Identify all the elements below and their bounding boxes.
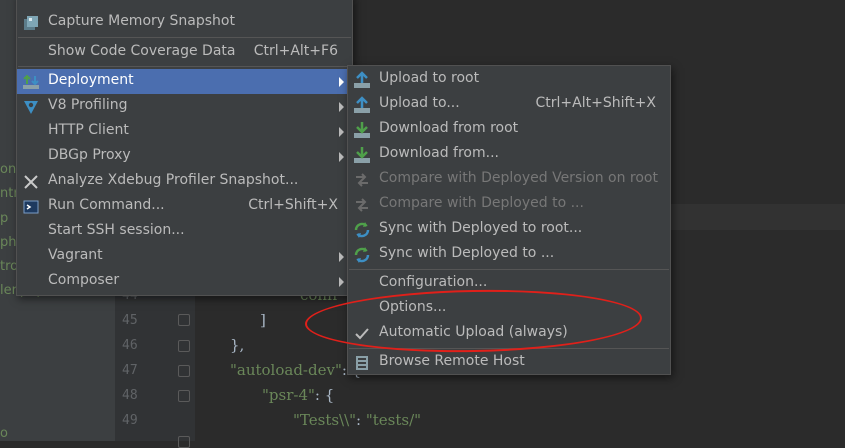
menu-item-vagrant[interactable]: Vagrant (17, 244, 352, 269)
download-icon (353, 146, 371, 164)
submenu-arrow-icon (339, 127, 344, 137)
upload-icon (353, 96, 371, 114)
code-token: "autoload-dev" (230, 361, 342, 379)
menu-item-label: Capture Memory Snapshot (48, 13, 235, 29)
fold-marker-icon[interactable] (178, 340, 190, 352)
menu-item-analyze-xdebug[interactable]: Analyze Xdebug Profiler Snapshot... (17, 169, 352, 194)
menu-item-dbgp-proxy[interactable]: DBGp Proxy (17, 144, 352, 169)
menu-item-show-code-coverage[interactable]: Show Code Coverage Data Ctrl+Alt+F6 (17, 40, 352, 65)
fold-marker-icon[interactable] (178, 365, 190, 377)
menu-item-label: Download from... (379, 145, 499, 161)
menu-separator (349, 269, 669, 270)
code-token: "psr-4" (262, 386, 315, 404)
menu-item-label: Deployment (48, 72, 134, 88)
menu-item-upload-to-root[interactable]: Upload to root (348, 67, 670, 92)
tools-menu: Capture Memory Snapshot Show Code Covera… (16, 0, 353, 296)
code-line[interactable]: ] (260, 311, 266, 329)
v8-icon (22, 98, 40, 116)
menu-item-shortcut: Ctrl+Alt+Shift+X (535, 95, 656, 111)
code-line[interactable]: "autoload-dev": { (230, 361, 361, 379)
menu-item-compare-deployed-to[interactable]: Compare with Deployed to ... (348, 192, 670, 217)
menu-item-label: Composer (48, 272, 120, 288)
menu-item-label: Run Command... (48, 197, 165, 213)
browse-remote-icon (353, 354, 371, 372)
menu-item-label: Compare with Deployed Version on root (379, 170, 658, 186)
code-token: "tests/" (365, 411, 422, 429)
submenu-arrow-icon (339, 152, 344, 162)
compare-icon (353, 196, 371, 214)
menu-item-label: Show Code Coverage Data (48, 43, 236, 59)
line-number: 49 (122, 413, 138, 428)
memory-snapshot-icon (22, 14, 40, 32)
menu-item-label: Compare with Deployed to ... (379, 195, 584, 211)
menu-item-label: DBGp Proxy (48, 147, 131, 163)
submenu-arrow-icon (339, 102, 344, 112)
project-tree-fragment[interactable]: p (0, 211, 8, 226)
menu-item-label: V8 Profiling (48, 97, 128, 113)
menu-item-label: Analyze Xdebug Profiler Snapshot... (48, 172, 299, 188)
menu-item-http-client[interactable]: HTTP Client (17, 119, 352, 144)
menu-item-sync-deployed-root[interactable]: Sync with Deployed to root... (348, 217, 670, 242)
menu-item-shortcut: Ctrl+Shift+X (248, 197, 338, 213)
menu-item-label: Sync with Deployed to root... (379, 220, 583, 236)
line-number: 45 (122, 313, 138, 328)
menu-item-shortcut: Ctrl+Alt+F6 (253, 43, 338, 59)
submenu-arrow-icon (339, 252, 344, 262)
code-token: : { (314, 386, 335, 404)
project-tree-fragment[interactable]: o (0, 426, 8, 441)
project-tree-fragment[interactable]: on (0, 162, 16, 177)
menu-item-browse-remote-host[interactable]: Browse Remote Host (348, 350, 670, 375)
deployment-icon (22, 73, 40, 91)
terminal-icon (22, 198, 40, 216)
fold-marker-icon[interactable] (178, 390, 190, 402)
menu-item-label: Start SSH session... (48, 222, 185, 238)
menu-item-capture-memory-snapshot[interactable]: Capture Memory Snapshot (17, 10, 352, 35)
menu-item-label: Sync with Deployed to ... (379, 245, 555, 261)
menu-item-run-command[interactable]: Run Command... Ctrl+Shift+X (17, 194, 352, 219)
code-line[interactable]: "psr-4": { (262, 386, 334, 404)
menu-separator (18, 37, 351, 38)
line-number: 46 (122, 338, 138, 353)
menu-item-composer[interactable]: Composer (17, 269, 352, 294)
menu-item-deployment[interactable]: Deployment (17, 69, 352, 94)
line-number: 47 (122, 363, 138, 378)
menu-item-label: Download from root (379, 120, 519, 136)
download-icon (353, 121, 371, 139)
compare-icon (353, 171, 371, 189)
fold-marker-icon[interactable] (178, 314, 190, 326)
menu-item-compare-deployed-root[interactable]: Compare with Deployed Version on root (348, 167, 670, 192)
menu-separator (18, 66, 351, 67)
menu-item-label: Browse Remote Host (379, 353, 525, 369)
menu-item-label: Vagrant (48, 247, 103, 263)
menu-item-download-from-root[interactable]: Download from root (348, 117, 670, 142)
menu-item-upload-to[interactable]: Upload to... Ctrl+Alt+Shift+X (348, 92, 670, 117)
code-line[interactable]: "Tests\\": "tests/" (293, 411, 421, 429)
submenu-arrow-icon (339, 77, 344, 87)
code-token: "Tests\\" (293, 411, 357, 429)
fold-marker-icon[interactable] (178, 436, 190, 448)
menu-item-label: Upload to... (379, 95, 460, 111)
menu-item-download-from[interactable]: Download from... (348, 142, 670, 167)
menu-item-label: Upload to root (379, 70, 480, 86)
menu-item-label: HTTP Client (48, 122, 129, 138)
line-number: 48 (122, 388, 138, 403)
xdebug-icon (22, 173, 40, 191)
menu-item-label: Configuration... (379, 274, 488, 290)
code-line[interactable]: }, (230, 336, 244, 354)
upload-icon (353, 71, 371, 89)
sync-icon (353, 246, 371, 264)
submenu-arrow-icon (339, 277, 344, 287)
menu-item-sync-deployed-to[interactable]: Sync with Deployed to ... (348, 242, 670, 267)
code-token: : (356, 411, 366, 429)
menu-item-start-ssh-session[interactable]: Start SSH session... (17, 219, 352, 244)
sync-icon (353, 221, 371, 239)
menu-item-v8-profiling[interactable]: V8 Profiling (17, 94, 352, 119)
